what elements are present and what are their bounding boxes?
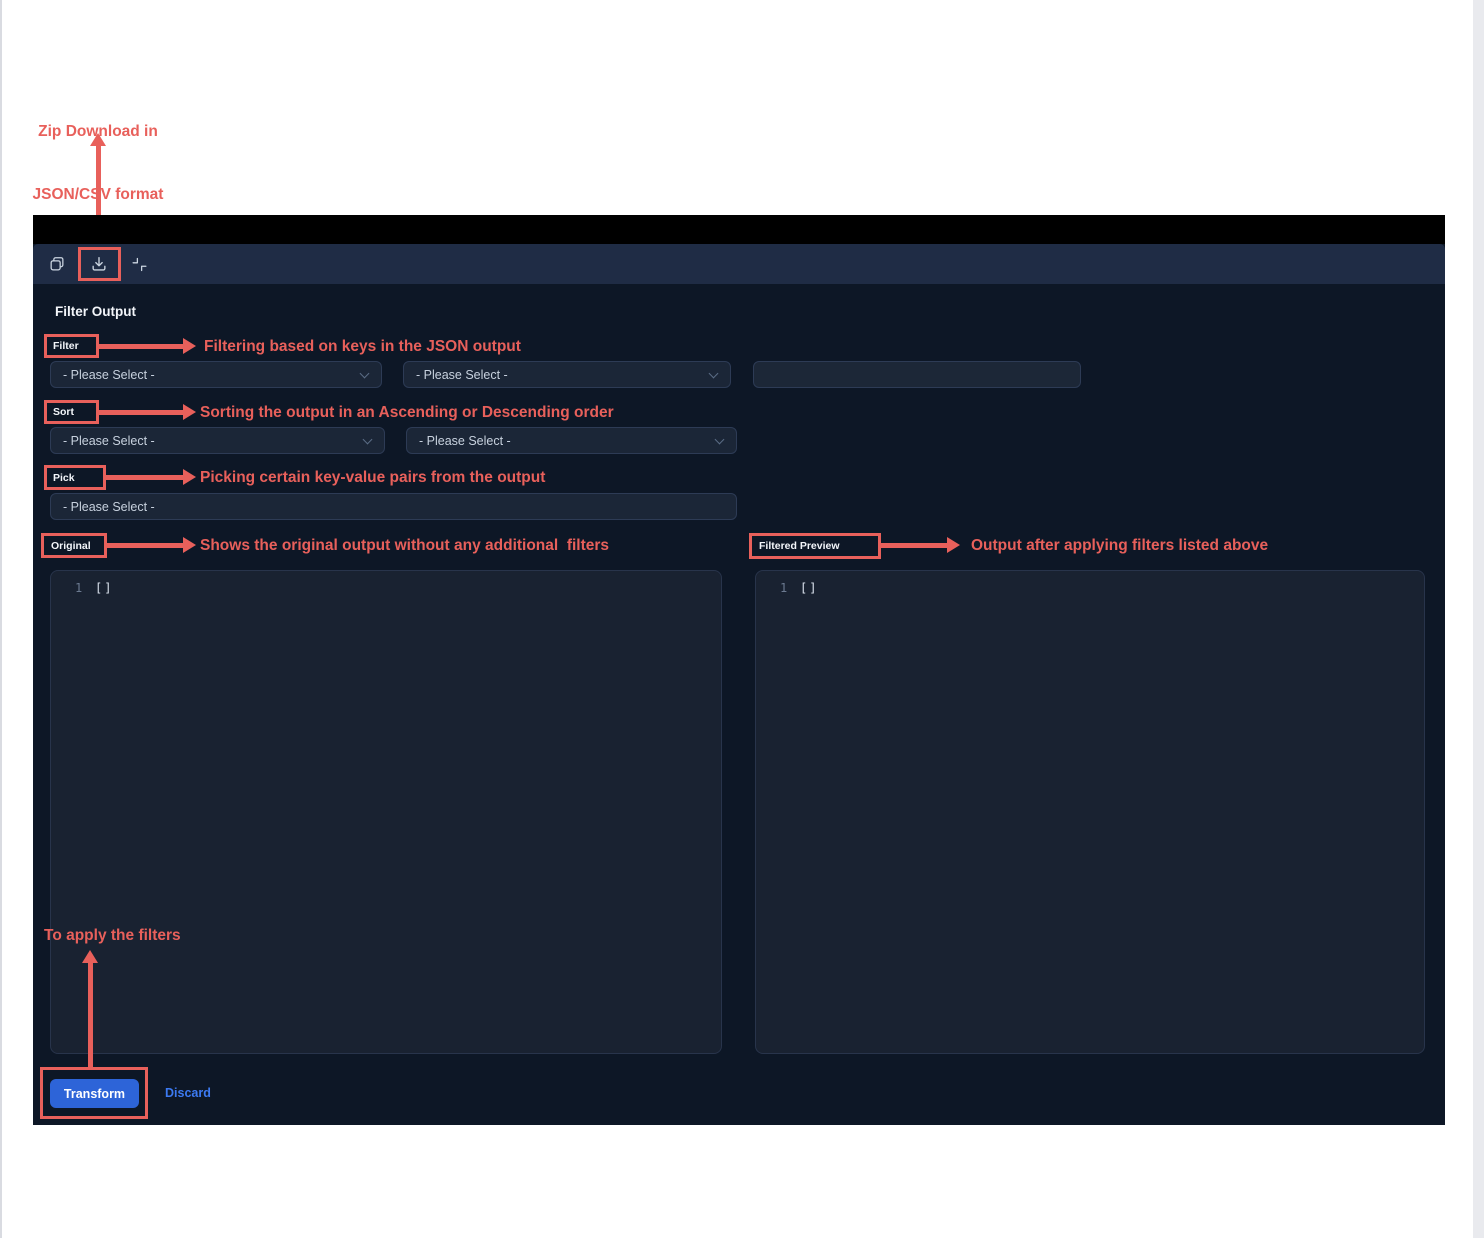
annotation-box-download <box>78 247 121 281</box>
annotation-pick-text: Picking certain key-value pairs from the… <box>200 467 545 488</box>
annotation-arrow-filtered-preview <box>881 537 960 553</box>
sort-key-select-value: - Please Select - <box>63 434 155 448</box>
annotation-original-text: Shows the original output without any ad… <box>200 535 609 556</box>
annotation-arrow-pick <box>106 469 196 485</box>
annotation-arrow-transform <box>82 950 98 1067</box>
chevron-down-icon <box>709 369 719 379</box>
filter-value-input[interactable] <box>753 361 1081 388</box>
pick-label: Pick <box>53 472 75 484</box>
annotation-arrow-filter <box>99 338 196 354</box>
annotation-filter-text: Filtering based on keys in the JSON outp… <box>204 336 521 357</box>
filter-output-panel: Filter Output Filter Filtering based on … <box>33 215 1445 1125</box>
filtered-preview-code: [] <box>800 581 818 595</box>
chevron-down-icon <box>360 369 370 379</box>
collapse-button[interactable] <box>127 252 151 276</box>
sort-order-select-value: - Please Select - <box>419 434 511 448</box>
annotation-transform-text: To apply the filters <box>44 925 181 946</box>
original-editor[interactable]: 1 [] <box>50 570 722 1054</box>
chevron-down-icon <box>715 435 725 445</box>
filter-key-select[interactable]: - Please Select - <box>50 361 382 388</box>
window-left-edge <box>0 0 2 1238</box>
sort-label: Sort <box>53 406 74 418</box>
copy-icon <box>48 255 66 273</box>
annotation-arrow-original <box>107 537 196 553</box>
panel-top-strip <box>33 215 1445 244</box>
transform-button[interactable]: Transform <box>50 1079 139 1108</box>
filtered-preview-editor[interactable]: 1 [] <box>755 570 1425 1054</box>
chevron-down-icon <box>363 435 373 445</box>
filter-operator-select[interactable]: - Please Select - <box>403 361 731 388</box>
original-line-number: 1 <box>75 581 82 595</box>
filter-operator-select-value: - Please Select - <box>416 368 508 382</box>
panel-toolbar <box>33 244 1445 284</box>
collapse-icon <box>131 256 148 273</box>
original-label: Original <box>51 540 91 552</box>
pick-keys-select-value: - Please Select - <box>63 500 155 514</box>
discard-link[interactable]: Discard <box>165 1086 211 1100</box>
annotation-sort-text: Sorting the output in an Ascending or De… <box>200 402 614 423</box>
sort-key-select[interactable]: - Please Select - <box>50 427 385 454</box>
sort-order-select[interactable]: - Please Select - <box>406 427 737 454</box>
copy-button[interactable] <box>45 252 69 276</box>
screenshot-root: Zip Download in JSON/CSV format <box>0 0 1484 1238</box>
filter-key-select-value: - Please Select - <box>63 368 155 382</box>
filter-label: Filter <box>53 340 79 352</box>
page-title: Filter Output <box>55 304 136 319</box>
filtered-preview-line-number: 1 <box>780 581 787 595</box>
annotation-filtered-preview-text: Output after applying filters listed abo… <box>971 535 1268 556</box>
pick-keys-select[interactable]: - Please Select - <box>50 493 737 520</box>
annotation-arrow-sort <box>99 404 196 420</box>
filtered-preview-label: Filtered Preview <box>759 540 840 552</box>
original-code: [] <box>95 581 113 595</box>
page-scrollbar[interactable] <box>1473 0 1484 1238</box>
